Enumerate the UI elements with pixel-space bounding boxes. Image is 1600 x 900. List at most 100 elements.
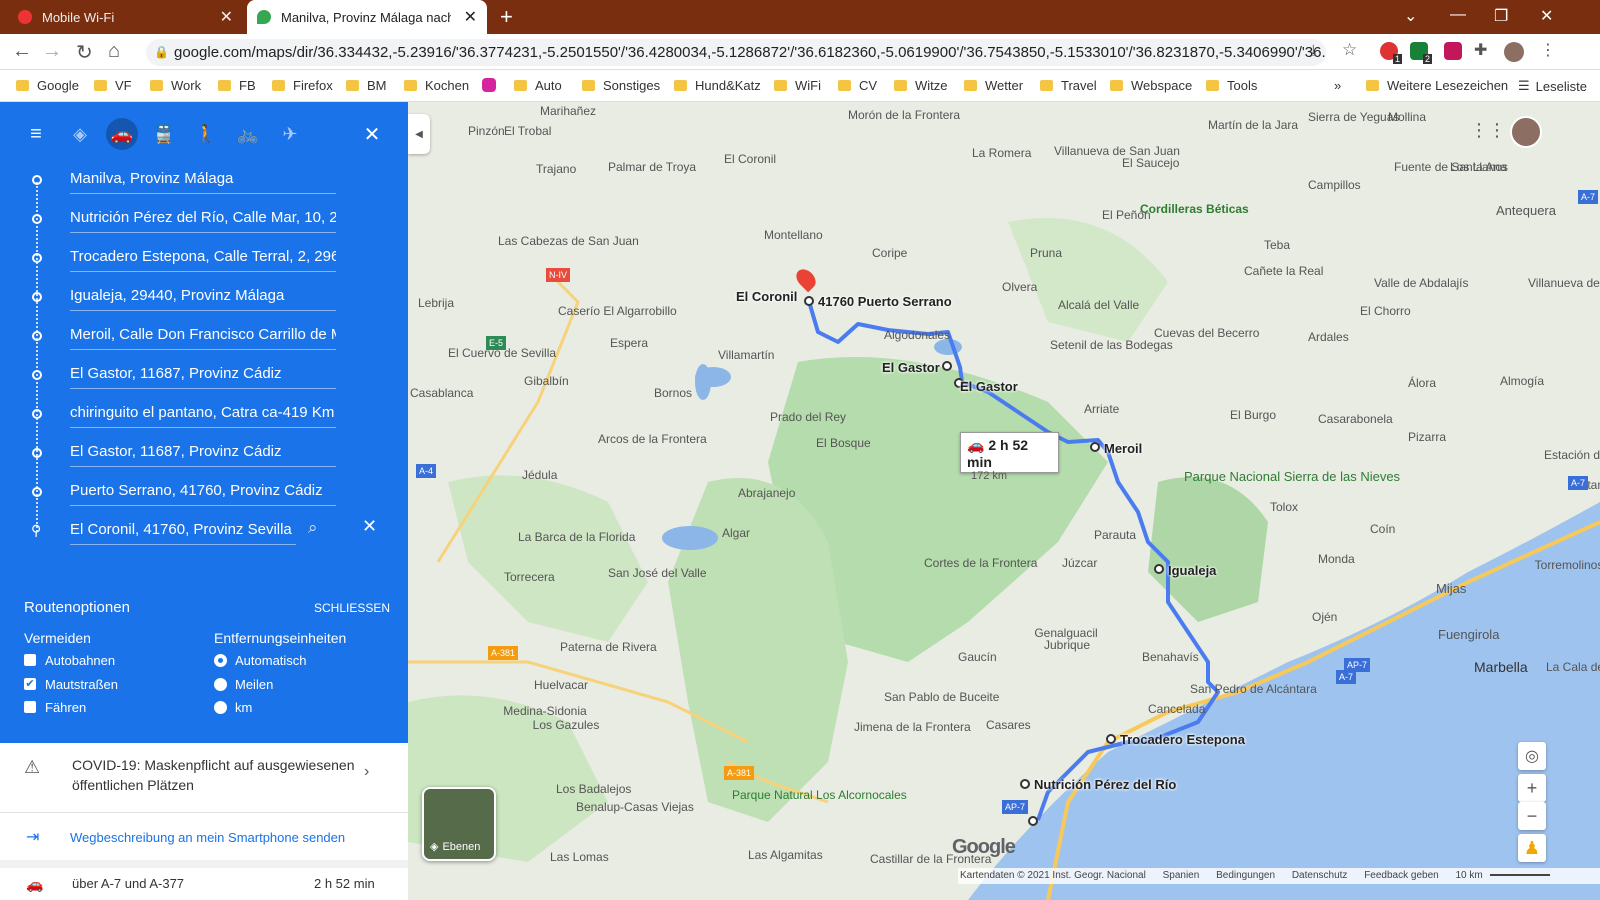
profile-avatar[interactable] <box>1504 42 1524 62</box>
stop-input-4[interactable]: Igualeja, 29440, Provinz Málaga <box>70 285 336 311</box>
route-duration-callout[interactable]: 🚗 2 h 52 min 172 km <box>960 432 1059 482</box>
waypoint-label[interactable]: El Gastor <box>882 360 940 375</box>
stop-input-10[interactable]: El Coronil, 41760, Provinz Sevilla <box>70 519 296 545</box>
units-km-radio[interactable] <box>214 701 227 714</box>
stop-input-6[interactable]: El Gastor, 11687, Provinz Cádiz <box>70 363 336 389</box>
stop-input-1[interactable]: Manilva, Provinz Málaga <box>70 168 336 194</box>
zoom-in-button[interactable]: + <box>1518 774 1546 802</box>
bookmark-tools[interactable]: Tools <box>1206 78 1257 93</box>
puzzle-icon[interactable]: ✚ <box>1474 40 1487 60</box>
bookmark-wetter[interactable]: Wetter <box>964 78 1023 93</box>
flight-mode-icon[interactable]: ✈ <box>274 118 306 150</box>
waypoint-label[interactable]: Nutrición Pérez del Río <box>1034 777 1176 792</box>
bike-mode-icon[interactable]: 🚲 <box>232 118 264 150</box>
bookmark-other[interactable]: Weitere Lesezeichen <box>1366 78 1508 93</box>
map-scale[interactable]: 10 km <box>1456 870 1483 881</box>
waypoint-marker[interactable] <box>804 296 814 306</box>
menu-dots-icon[interactable]: ⋮ <box>1540 40 1556 60</box>
stop-input-2[interactable]: Nutrición Pérez del Río, Calle Mar, 10, … <box>70 207 336 233</box>
stop-input-3[interactable]: Trocadero Estepona, Calle Terral, 2, 296 <box>70 246 336 272</box>
avoid-ferries-checkbox[interactable] <box>24 701 36 713</box>
layers-button[interactable]: ◈ Ebenen <box>422 787 496 861</box>
home-icon[interactable]: ⌂ <box>108 40 120 63</box>
footer-link-feedback[interactable]: Feedback geben <box>1364 870 1439 881</box>
bookmarks-more-button[interactable]: » <box>1334 78 1341 93</box>
waypoint-marker[interactable] <box>942 361 952 371</box>
avoid-tolls-checkbox[interactable]: ✔ <box>24 678 36 690</box>
close-window-icon[interactable]: ✕ <box>1540 6 1553 26</box>
best-route-icon[interactable]: ◈ <box>64 118 96 150</box>
waypoint-label[interactable]: El Coronil <box>736 289 797 304</box>
bookmark-wifi[interactable]: WiFi <box>774 78 821 93</box>
close-options-button[interactable]: SCHLIESSEN <box>314 601 390 615</box>
restore-icon[interactable]: ❐ <box>1494 6 1508 26</box>
stop-input-5[interactable]: Meroil, Calle Don Francisco Carrillo de … <box>70 324 336 350</box>
footer-link-country[interactable]: Spanien <box>1163 870 1200 881</box>
hamburger-menu-icon[interactable]: ≡ <box>20 118 52 150</box>
stop-input-7[interactable]: chiringuito el pantano, Catra ca-419 Km <box>70 402 336 428</box>
stop-input-9[interactable]: Puerto Serrano, 41760, Provinz Cádiz <box>70 480 336 506</box>
start-marker[interactable] <box>1028 816 1038 826</box>
close-tab-icon[interactable]: ✕ <box>464 7 477 27</box>
instagram-icon[interactable] <box>482 78 496 92</box>
covid-alert[interactable]: ⚠ COVID-19: Maskenpflicht auf ausgewiese… <box>0 743 408 813</box>
close-tab-icon[interactable]: ✕ <box>220 7 233 27</box>
new-tab-button[interactable]: + <box>500 4 513 30</box>
back-icon[interactable]: ← <box>12 40 32 63</box>
footer-link-terms[interactable]: Bedingungen <box>1216 870 1275 881</box>
waypoint-marker[interactable] <box>1020 779 1030 789</box>
car-mode-icon[interactable]: 🚗 <box>106 118 138 150</box>
waypoint-marker[interactable] <box>1090 442 1100 452</box>
waypoint-marker[interactable] <box>1154 564 1164 574</box>
forward-icon[interactable]: → <box>42 40 62 63</box>
transit-mode-icon[interactable]: 🚆 <box>148 118 180 150</box>
waypoint-label[interactable]: Meroil <box>1104 441 1142 456</box>
bookmark-webspace[interactable]: Webspace <box>1110 78 1192 93</box>
reload-icon[interactable]: ↻ <box>76 40 93 65</box>
bookmark-witze[interactable]: Witze <box>894 78 948 93</box>
zoom-out-button[interactable]: − <box>1518 802 1546 830</box>
bookmark-auto[interactable]: Auto <box>514 78 562 93</box>
waypoint-label[interactable]: Igualeja <box>1168 563 1216 578</box>
units-miles-radio[interactable] <box>214 678 227 691</box>
minimize-icon[interactable]: — <box>1450 6 1466 24</box>
bookmark-travel[interactable]: Travel <box>1040 78 1097 93</box>
close-directions-icon[interactable]: ✕ <box>356 118 388 150</box>
bookmark-fb[interactable]: FB <box>218 78 256 93</box>
units-auto-radio[interactable] <box>214 654 227 667</box>
waypoint-label[interactable]: 41760 Puerto Serrano <box>818 294 952 309</box>
adblock-icon[interactable]: 1 <box>1380 42 1402 64</box>
bookmark-sonstiges[interactable]: Sonstiges <box>582 78 660 93</box>
address-bar[interactable]: 🔒 google.com/maps/dir/36.334432,-5.23916… <box>146 39 1326 66</box>
route-summary-row[interactable]: 🚗 über A-7 und A-377 2 h 52 min <box>0 868 408 900</box>
bookmark-firefox[interactable]: Firefox <box>272 78 333 93</box>
tab-search-icon[interactable]: ⌄ <box>1404 6 1417 26</box>
waypoint-marker[interactable] <box>1106 734 1116 744</box>
bookmark-vf[interactable]: VF <box>94 78 132 93</box>
extension-s-icon[interactable]: 2 <box>1410 42 1432 64</box>
account-avatar[interactable] <box>1510 116 1542 148</box>
my-location-icon[interactable]: ◎ <box>1518 742 1546 770</box>
apps-grid-icon[interactable]: ⋮⋮ <box>1470 120 1506 141</box>
send-to-phone[interactable]: ⇥ Wegbeschreibung an mein Smartphone sen… <box>0 813 408 868</box>
bookmark-google[interactable]: Google <box>16 78 79 93</box>
bookmark-bm[interactable]: BM <box>346 78 387 93</box>
tab-google-maps[interactable]: Manilva, Provinz Málaga nach El ✕ <box>247 0 487 34</box>
footer-link-privacy[interactable]: Datenschutz <box>1292 870 1348 881</box>
search-icon[interactable]: ⌕ <box>308 518 318 538</box>
install-icon[interactable]: ⤓ <box>1310 42 1317 59</box>
bookmark-kochen[interactable]: Kochen <box>404 78 469 93</box>
reading-list[interactable]: ☰ Leseliste <box>1518 78 1587 94</box>
waypoint-label[interactable]: Trocadero Estepona <box>1120 732 1245 747</box>
pegman-icon[interactable]: ♟ <box>1518 834 1546 862</box>
walk-mode-icon[interactable]: 🚶 <box>190 118 222 150</box>
extension-icon[interactable] <box>1444 42 1462 60</box>
bookmark-work[interactable]: Work <box>150 78 201 93</box>
avoid-highways-checkbox[interactable] <box>24 654 36 666</box>
tab-mobile-wifi[interactable]: Mobile Wi-Fi ✕ <box>8 0 243 34</box>
waypoint-label[interactable]: El Gastor <box>960 379 1018 394</box>
remove-stop-icon[interactable]: ✕ <box>362 516 377 537</box>
map-canvas[interactable]: ◀ Marihañez Pinzón El Trobal Morón de la… <box>408 102 1600 900</box>
bookmark-hundkatz[interactable]: Hund&Katz <box>674 78 761 93</box>
bookmark-cv[interactable]: CV <box>838 78 877 93</box>
